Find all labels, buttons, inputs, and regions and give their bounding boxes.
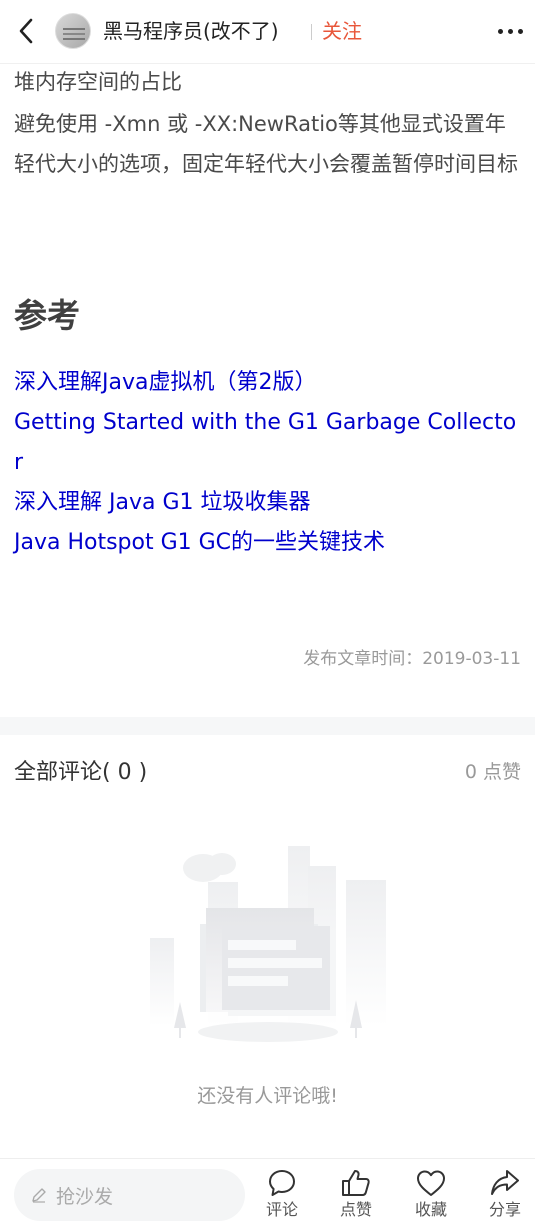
top-bar: 黑马程序员(改不了) 关注 bbox=[0, 0, 535, 64]
follow-button[interactable]: 关注 bbox=[322, 17, 362, 45]
like-button[interactable]: 点赞 bbox=[326, 1167, 386, 1221]
likes-count: 0 点赞 bbox=[464, 761, 521, 783]
article-paragraph: 堆内存空间的占比 bbox=[14, 70, 182, 94]
divider bbox=[311, 24, 312, 40]
more-dot bbox=[517, 28, 523, 34]
share-button[interactable]: 分享 bbox=[475, 1167, 535, 1221]
reference-link[interactable]: 深入理解 Java G1 垃圾收集器 bbox=[14, 483, 524, 523]
share-icon bbox=[491, 1170, 519, 1195]
back-button[interactable] bbox=[10, 14, 42, 48]
comments-title: 全部评论( 0 ) bbox=[14, 760, 148, 785]
favorite-button[interactable]: 收藏 bbox=[401, 1167, 461, 1221]
author-name[interactable]: 黑马程序员(改不了) bbox=[103, 17, 279, 45]
reference-link[interactable]: Java Hotspot G1 GC的一些关键技术 bbox=[14, 523, 524, 563]
comment-input[interactable]: 抢沙发 bbox=[14, 1169, 245, 1221]
references-heading: 参考 bbox=[14, 296, 80, 335]
share-label: 分享 bbox=[488, 1200, 521, 1219]
comment-input-placeholder: 抢沙发 bbox=[56, 1185, 114, 1208]
reference-link[interactable]: 深入理解Java虚拟机（第2版） bbox=[14, 363, 524, 403]
comment-label: 评论 bbox=[265, 1200, 298, 1219]
comment-icon bbox=[269, 1170, 295, 1196]
favorite-label: 收藏 bbox=[414, 1200, 447, 1219]
reference-link[interactable]: Getting Started with the G1 Garbage Coll… bbox=[14, 403, 524, 483]
comment-button[interactable]: 评论 bbox=[252, 1167, 312, 1221]
more-dot bbox=[507, 28, 513, 34]
thumbs-up-icon bbox=[342, 1170, 370, 1196]
section-separator bbox=[0, 717, 535, 735]
more-dots-icon bbox=[497, 28, 503, 34]
more-options-button[interactable] bbox=[492, 18, 528, 44]
pencil-icon bbox=[32, 1188, 46, 1203]
like-label: 点赞 bbox=[339, 1200, 372, 1219]
empty-comments-text: 还没有人评论哦! bbox=[197, 1085, 338, 1107]
heart-icon bbox=[417, 1170, 445, 1196]
empty-comments-illustration bbox=[150, 846, 386, 1042]
avatar[interactable] bbox=[55, 13, 91, 49]
bottom-bar: 抢沙发 评论 点赞 收藏 分享 bbox=[0, 1158, 535, 1228]
references-list: 深入理解Java虚拟机（第2版） Getting Started with th… bbox=[14, 363, 524, 563]
chevron-left-icon bbox=[19, 18, 33, 44]
publish-time: 发布文章时间：2019-03-11 bbox=[303, 649, 521, 669]
article-paragraph: 避免使用 -Xmn 或 -XX:NewRatio等其他显式设置年轻代大小的选项，… bbox=[14, 112, 518, 176]
